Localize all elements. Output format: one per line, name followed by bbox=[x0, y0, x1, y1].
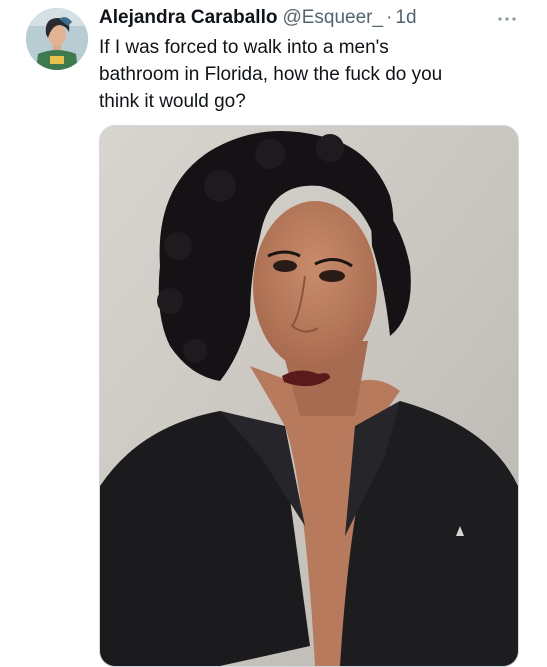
more-options-button[interactable] bbox=[490, 6, 524, 30]
tweet-header: Alejandra Caraballo @Esqueer_ · 1d bbox=[99, 6, 417, 30]
tweet-photo[interactable] bbox=[99, 125, 519, 667]
profile-avatar[interactable] bbox=[26, 8, 88, 70]
author-handle[interactable]: @Esqueer_ bbox=[282, 6, 383, 30]
more-horizontal-icon bbox=[497, 9, 517, 27]
tweet-timestamp[interactable]: 1d bbox=[395, 6, 416, 30]
tweet-text: If I was forced to walk into a men's bat… bbox=[99, 37, 443, 112]
author-display-name[interactable]: Alejandra Caraballo bbox=[99, 6, 277, 30]
separator-dot: · bbox=[386, 7, 393, 28]
tweet[interactable]: Alejandra Caraballo @Esqueer_ · 1d If I … bbox=[0, 0, 547, 667]
